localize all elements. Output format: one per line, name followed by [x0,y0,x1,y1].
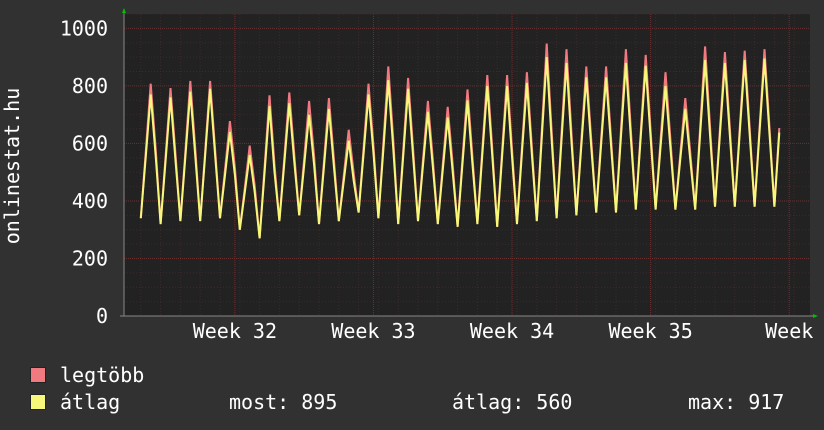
legend-swatch-atlag [30,394,46,410]
x-tick-label: Week 35 [608,319,692,343]
stat-average: átlag: 560 [452,390,573,414]
y-tick-label: 1000 [60,16,108,40]
x-tick-label: Week [765,319,813,343]
legend-label-legtobb: legtöbb [60,363,145,387]
x-axis-arrow-icon [813,314,818,318]
y-axis-ticks: 0 200 400 600 800 1000 [60,16,108,328]
x-tick-label: Week 33 [331,319,415,343]
y-axis-arrow-icon [122,8,126,13]
x-axis-ticks: Week 32 Week 33 Week 34 Week 35 Week [193,319,814,343]
stat-max: max: 917 [688,390,785,414]
x-tick-label: Week 34 [470,319,554,343]
y-tick-label: 0 [96,304,108,328]
y-tick-label: 800 [72,74,108,98]
y-tick-label: 200 [72,246,108,270]
legend-swatch-legtobb [30,367,46,383]
y-axis-label: onlinestat.hu [0,88,24,245]
stat-current: most: 895 [229,390,338,414]
y-tick-label: 600 [72,131,108,155]
y-tick-label: 400 [72,189,108,213]
legend-label-atlag: átlag [60,390,121,414]
chart: 02004006008001000 Week 32 Week 33 Week 34 W… [0,8,818,343]
x-tick-label: Week 32 [193,319,277,343]
